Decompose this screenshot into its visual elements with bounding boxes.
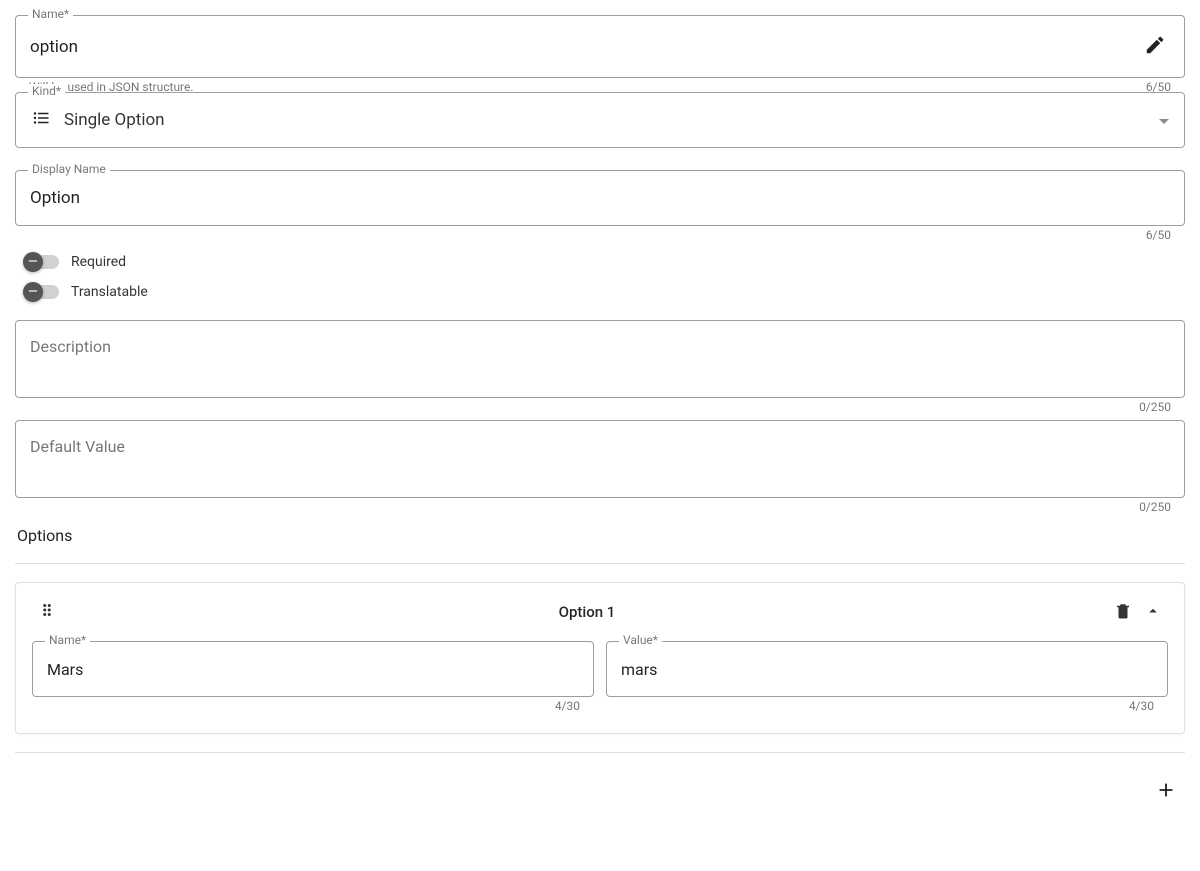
list-icon <box>30 109 52 131</box>
description-placeholder: Description <box>30 337 111 356</box>
trash-icon <box>1114 608 1132 623</box>
collapse-option-button[interactable] <box>1138 596 1168 629</box>
options-section-title: Options <box>17 526 1185 545</box>
description-field[interactable]: Description <box>15 320 1185 398</box>
add-option-button[interactable] <box>1147 771 1185 812</box>
divider <box>15 563 1185 564</box>
translatable-label: Translatable <box>71 284 148 300</box>
option-value-input[interactable] <box>621 660 1153 679</box>
edit-name-button[interactable] <box>1140 30 1170 63</box>
kind-value: Single Option <box>64 110 1146 130</box>
chevron-up-icon <box>1144 608 1162 623</box>
option-name-input[interactable] <box>47 660 579 679</box>
option-name-label: Name* <box>45 633 90 647</box>
display-name-input[interactable] <box>30 188 1170 208</box>
default-value-placeholder: Default Value <box>30 437 125 456</box>
required-toggle[interactable] <box>23 252 59 272</box>
name-field[interactable]: Name* <box>15 15 1185 78</box>
description-counter: 0/250 <box>1139 400 1171 414</box>
default-value-field[interactable]: Default Value <box>15 420 1185 498</box>
option-card: Option 1 Name* 4/30 Value* <box>15 582 1185 734</box>
option-name-field[interactable]: Name* <box>32 641 594 697</box>
chevron-down-icon <box>1158 111 1170 130</box>
delete-option-button[interactable] <box>1108 596 1138 629</box>
name-input[interactable] <box>30 37 1140 57</box>
translatable-toggle-row: Translatable <box>23 282 1185 302</box>
option-value-counter: 4/30 <box>1129 699 1154 713</box>
required-toggle-row: Required <box>23 252 1185 272</box>
display-name-field[interactable]: Display Name <box>15 170 1185 226</box>
option-title: Option 1 <box>66 603 1108 621</box>
display-name-counter: 6/50 <box>1146 228 1171 242</box>
translatable-toggle[interactable] <box>23 282 59 302</box>
drag-handle-icon[interactable] <box>32 595 66 629</box>
minus-icon <box>26 253 40 272</box>
default-value-counter: 0/250 <box>1139 500 1171 514</box>
display-name-label: Display Name <box>28 162 110 176</box>
plus-icon <box>1155 789 1177 804</box>
minus-icon <box>26 283 40 302</box>
pencil-icon <box>1144 44 1166 59</box>
name-label: Name* <box>28 7 73 21</box>
required-label: Required <box>71 254 126 270</box>
kind-label: Kind* <box>28 84 65 98</box>
kind-select[interactable]: Kind* Single Option <box>15 92 1185 148</box>
option-name-counter: 4/30 <box>555 699 580 713</box>
option-value-field[interactable]: Value* <box>606 641 1168 697</box>
option-value-label: Value* <box>619 633 662 647</box>
divider <box>15 752 1185 753</box>
